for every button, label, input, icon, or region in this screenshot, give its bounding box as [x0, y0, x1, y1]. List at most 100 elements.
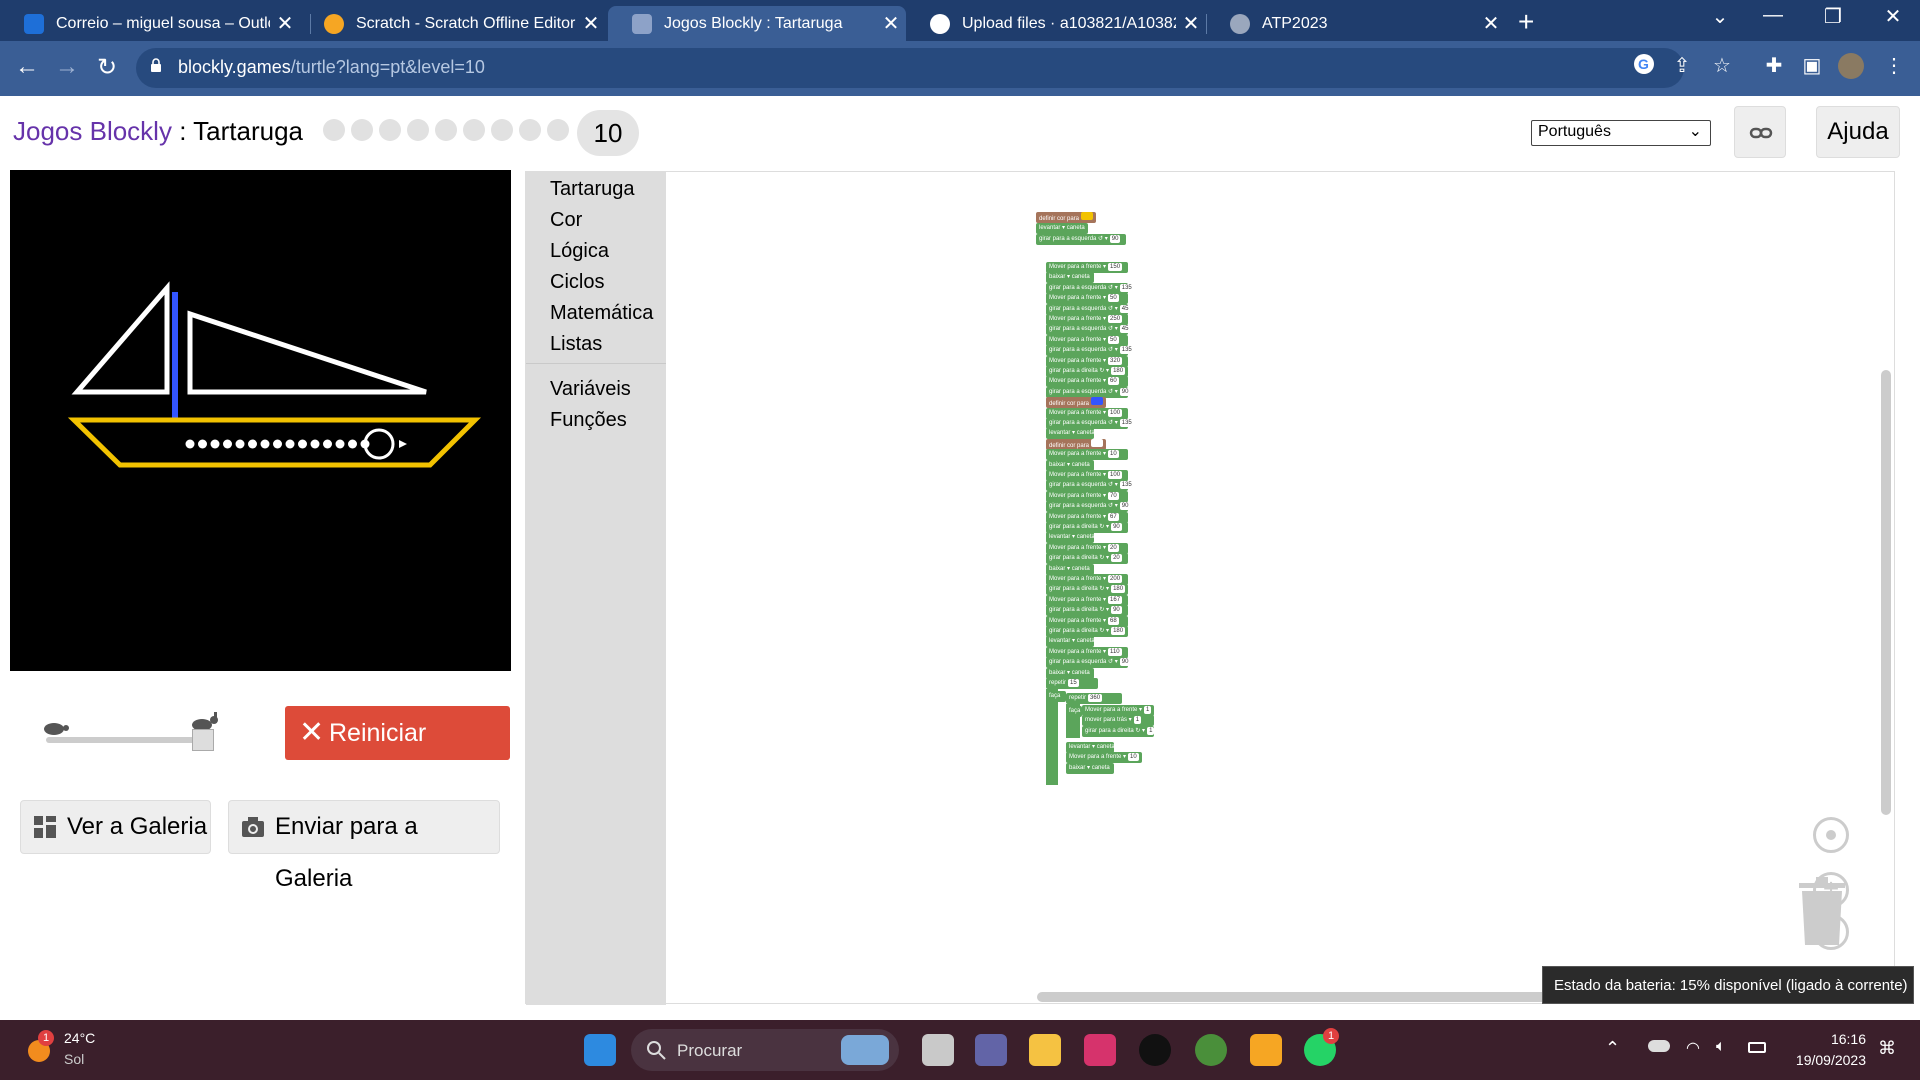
code-block[interactable]: faça — [1066, 706, 1082, 717]
instagram-icon[interactable] — [1084, 1034, 1116, 1066]
code-block[interactable]: Mover para a frente ▾ 10 — [1066, 752, 1142, 764]
chrome-icon[interactable] — [1195, 1034, 1227, 1066]
code-block[interactable]: baixar ▾ caneta — [1046, 272, 1094, 284]
code-block[interactable]: Mover para a frente ▾ 60 — [1046, 376, 1128, 388]
code-block[interactable]: girar para a direita ↻ ▾ 90 — [1046, 605, 1128, 617]
share-icon[interactable]: ⇪ — [1668, 53, 1696, 81]
block-stack[interactable]: definir cor para levantar ▾ caneta girar p… — [1036, 212, 1236, 932]
code-block[interactable]: Mover para a frente ▾ 320 — [1046, 355, 1128, 367]
close-tab-icon[interactable]: ✕ — [876, 11, 906, 36]
blockly-workspace[interactable]: Tartaruga Cor Lógica Ciclos Matemática L… — [525, 171, 1895, 1005]
tab-scratch[interactable]: Scratch - Scratch Offline Editor ✕ — [300, 6, 606, 41]
tab-atp2023[interactable]: ATP2023 ✕ — [1206, 6, 1506, 41]
code-block[interactable]: levantar ▾ caneta — [1036, 223, 1088, 234]
code-block[interactable]: faça — [1046, 691, 1066, 702]
code-block[interactable]: girar para a esquerda ↺ ▾ 90 — [1046, 501, 1131, 513]
code-block[interactable]: girar para a direita ↻ ▾ 1 — [1082, 725, 1155, 737]
code-block[interactable]: girar para a esquerda ↺ ▾ 90 — [1046, 657, 1131, 669]
restore-icon[interactable]: ❐ — [1813, 4, 1853, 29]
code-block[interactable]: baixar ▾ caneta — [1046, 563, 1094, 575]
code-block[interactable]: Mover para a frente ▾ 200 — [1046, 574, 1128, 585]
forward-icon[interactable]: → — [52, 53, 82, 81]
level-dot[interactable] — [323, 119, 345, 141]
code-block[interactable]: levantar ▾ caneta — [1046, 532, 1095, 544]
level-dot[interactable] — [407, 119, 429, 141]
teams-icon[interactable] — [975, 1034, 1007, 1066]
taskbar-time[interactable]: 16:16 — [1786, 1031, 1866, 1047]
app-name-link[interactable]: Jogos Blockly — [13, 116, 172, 146]
code-block[interactable]: girar para a esquerda ↺ ▾ 135 — [1046, 345, 1134, 357]
code-block[interactable]: girar para a direita ↻ ▾ 180 — [1046, 584, 1128, 596]
windows-start-icon[interactable] — [584, 1034, 616, 1066]
horizontal-scrollbar[interactable] — [1037, 992, 1562, 1002]
code-block[interactable]: girar para a esquerda ↺ ▾ 135 — [1046, 480, 1134, 492]
tiktok-icon[interactable] — [1139, 1034, 1171, 1066]
back-icon[interactable]: ← — [12, 53, 42, 81]
new-tab-button[interactable]: + — [1518, 6, 1534, 38]
code-block[interactable]: girar para a esquerda ↺ ▾ 135 — [1046, 418, 1134, 429]
help-button[interactable]: Ajuda — [1816, 106, 1900, 158]
toolbox-category-math[interactable]: Matemática — [550, 302, 653, 325]
code-block[interactable]: girar para a direita ↻ ▾ 90 — [1046, 522, 1128, 533]
toolbox-category-turtle[interactable]: Tartaruga — [550, 178, 635, 201]
minimize-icon[interactable]: — — [1753, 4, 1793, 27]
tab-github[interactable]: Upload files · a103821/A103821 ✕ — [906, 6, 1206, 41]
code-block[interactable]: Mover para a frente ▾ 67 — [1046, 511, 1128, 523]
code-block[interactable]: Mover para a frente ▾ 150 — [1046, 262, 1128, 273]
toolbox-category-logic[interactable]: Lógica — [550, 240, 609, 263]
address-bar[interactable]: blockly.games/turtle?lang=pt&level=10 — [136, 48, 1684, 88]
level-dot[interactable] — [379, 119, 401, 141]
vertical-scrollbar[interactable] — [1881, 370, 1891, 815]
code-block[interactable]: baixar ▾ caneta — [1066, 762, 1114, 774]
toolbox-category-loops[interactable]: Ciclos — [550, 271, 604, 294]
menu-icon[interactable]: ⋮ — [1880, 53, 1908, 81]
code-block[interactable]: girar para a esquerda ↺ ▾ 90 — [1046, 386, 1131, 398]
close-window-icon[interactable]: ✕ — [1873, 4, 1913, 29]
taskbar-search[interactable]: Procurar — [631, 1029, 899, 1071]
profile-avatar[interactable] — [1838, 53, 1866, 81]
code-block[interactable]: Mover para a frente ▾ 100 — [1046, 470, 1128, 481]
code-block[interactable]: girar para a direita ↻ ▾ 180 — [1046, 366, 1128, 377]
code-block[interactable]: levantar ▾ caneta — [1046, 636, 1095, 648]
language-select[interactable]: Português ⌄ — [1531, 120, 1711, 146]
submit-gallery-button[interactable]: Enviar para a Galeria — [228, 800, 500, 892]
code-block[interactable]: Mover para a frente ▾ 110 — [1046, 646, 1128, 658]
close-tab-icon[interactable]: ✕ — [1476, 11, 1506, 36]
close-tab-icon[interactable]: ✕ — [576, 11, 606, 36]
reset-button[interactable]: ✕ Reiniciar — [285, 706, 510, 760]
battery-icon[interactable] — [1748, 1042, 1766, 1053]
link-button[interactable] — [1734, 106, 1786, 158]
level-dot[interactable] — [547, 119, 569, 141]
code-block[interactable]: girar para a direita ↻ ▾ 20 — [1046, 553, 1128, 565]
level-dot[interactable] — [351, 119, 373, 141]
code-block[interactable]: definir cor para — [1046, 397, 1106, 409]
level-dot[interactable] — [435, 119, 457, 141]
onedrive-icon[interactable] — [1648, 1040, 1670, 1052]
taskbar-date[interactable]: 19/09/2023 — [1776, 1052, 1866, 1068]
code-block[interactable]: Mover para a frente ▾ 70 — [1046, 490, 1128, 502]
toolbox-category-lists[interactable]: Listas — [550, 333, 602, 356]
trash-icon[interactable] — [1799, 877, 1845, 945]
code-block[interactable]: Mover para a frente ▾ 100 — [1046, 407, 1128, 419]
code-block[interactable]: Mover para a frente ▾ 20 — [1046, 542, 1128, 554]
volume-icon[interactable]: 🔈︎ — [1716, 1038, 1726, 1056]
tab-outlook[interactable]: Correio – miguel sousa – Outlook ✕ — [0, 6, 300, 41]
close-tab-icon[interactable]: ✕ — [270, 11, 300, 36]
code-block[interactable]: Mover para a frente ▾ 167 — [1046, 594, 1128, 606]
wifi-icon[interactable]: ◠ — [1686, 1038, 1700, 1058]
extensions-icon[interactable]: ✚ — [1760, 53, 1788, 81]
code-block[interactable]: mover para trás ▾ 1 — [1082, 715, 1154, 727]
side-panel-icon[interactable]: ▣ — [1798, 53, 1826, 81]
bookmark-star-icon[interactable]: ☆ — [1708, 53, 1736, 81]
code-block[interactable]: girar para a esquerda ↺ ▾ 90 — [1036, 234, 1126, 245]
code-block[interactable]: Mover para a frente ▾ 50 — [1046, 293, 1128, 305]
code-block[interactable]: Mover para a frente ▾ 50 — [1046, 334, 1128, 346]
tab-blockly[interactable]: Jogos Blockly : Tartaruga ✕ — [608, 6, 906, 41]
code-block[interactable]: girar para a direita ↻ ▾ 180 — [1046, 626, 1128, 637]
code-block[interactable]: Mover para a frente ▾ 250 — [1046, 314, 1128, 325]
reload-icon[interactable]: ↻ — [92, 53, 122, 82]
toolbox-category-functions[interactable]: Funções — [550, 409, 627, 432]
code-block[interactable]: levantar ▾ caneta — [1066, 742, 1115, 753]
toolbox-category-variables[interactable]: Variáveis — [550, 378, 631, 401]
file-explorer-gray-icon[interactable] — [922, 1034, 954, 1066]
